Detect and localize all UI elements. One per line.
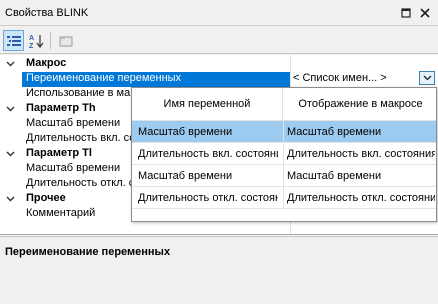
popup-header: Имя переменной Отображение в макросе xyxy=(132,88,436,121)
sort-az-icon[interactable]: A Z xyxy=(26,30,47,51)
display-name-cell[interactable]: Масштаб времени xyxy=(287,170,435,182)
property-pages-icon[interactable] xyxy=(55,30,76,51)
chevron-down-icon[interactable] xyxy=(5,148,15,158)
category-label: Макрос xyxy=(26,57,67,69)
pin-icon[interactable] xyxy=(398,5,414,21)
title-bar: Свойства BLINK xyxy=(0,0,438,26)
close-icon[interactable] xyxy=(417,5,433,21)
chevron-down-icon[interactable] xyxy=(5,58,15,68)
chevron-down-icon[interactable] xyxy=(5,103,15,113)
popup-row[interactable]: Длительность откл. состояния Длительност… xyxy=(132,187,436,209)
window-title: Свойства BLINK xyxy=(5,7,89,19)
toolbar-separator xyxy=(50,32,51,49)
popup-row[interactable]: Масштаб времени Масштаб времени xyxy=(132,165,436,187)
display-name-cell[interactable]: Длительность вкл. состояния xyxy=(287,148,435,160)
category-label: Параметр Tl xyxy=(26,147,92,159)
column-header-variable-name[interactable]: Имя переменной xyxy=(132,88,283,121)
variable-name-cell: Масштаб времени xyxy=(138,126,233,138)
svg-text:Z: Z xyxy=(29,43,34,49)
variable-name-cell: Масштаб времени xyxy=(138,170,233,182)
variable-name-cell: Длительность вкл. состояния xyxy=(138,148,278,160)
categorized-view-icon[interactable] xyxy=(3,30,24,51)
toolbar: A Z xyxy=(0,27,438,54)
category-label: Прочее xyxy=(26,192,66,204)
category-row-macro[interactable]: Макрос xyxy=(0,56,438,71)
display-name-cell[interactable]: Масштаб времени xyxy=(287,126,435,138)
svg-text:A: A xyxy=(29,35,34,42)
dropdown-button[interactable] xyxy=(419,71,435,85)
popup-row[interactable]: Длительность вкл. состояния Длительность… xyxy=(132,143,436,165)
variable-rename-popup: Имя переменной Отображение в макросе Мас… xyxy=(131,87,437,222)
cell-separator xyxy=(283,121,284,143)
display-name-cell[interactable]: Длительность откл. состояния xyxy=(287,192,435,204)
cell-separator xyxy=(283,187,284,209)
chevron-down-icon[interactable] xyxy=(5,193,15,203)
property-value[interactable]: < Список имен... > xyxy=(293,72,417,84)
cell-separator xyxy=(283,165,284,187)
cell-separator xyxy=(283,143,284,165)
column-header-display-in-macro[interactable]: Отображение в макросе xyxy=(283,88,436,121)
popup-row[interactable]: Масштаб времени Масштаб времени xyxy=(132,121,436,143)
property-label: Переименование переменных xyxy=(22,72,290,87)
property-row-rename-vars[interactable]: Переименование переменных < Список имен.… xyxy=(0,71,438,87)
description-title: Переименование переменных xyxy=(5,246,171,258)
description-pane: Переименование переменных xyxy=(0,236,438,304)
variable-name-cell: Длительность откл. состояния xyxy=(138,192,278,204)
category-label: Параметр Th xyxy=(26,102,96,114)
